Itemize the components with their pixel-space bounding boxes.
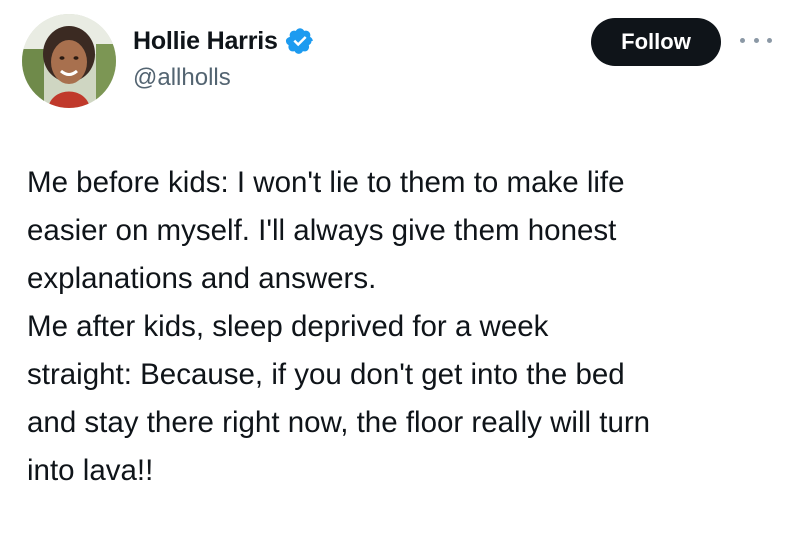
tweet-text-line: straight: Because, if you don't get into… xyxy=(27,358,625,391)
ellipsis-dot xyxy=(753,37,759,43)
ellipsis-dot xyxy=(740,37,745,43)
avatar[interactable] xyxy=(22,14,116,108)
tweet-text: Me before kids: I won't lie to them to m… xyxy=(27,159,787,495)
follow-button[interactable]: Follow xyxy=(591,18,721,66)
ellipsis-dot xyxy=(767,37,772,43)
tweet-text-line: and stay there right now, the floor real… xyxy=(27,406,651,439)
verified-badge-icon xyxy=(285,28,313,54)
profile-photo xyxy=(22,14,116,108)
tweet-card: Hollie Harris @allholls Follow Me before… xyxy=(0,0,800,538)
tweet-text-line: Me before kids: I won't lie to them to m… xyxy=(27,166,625,199)
author-name-row: Hollie Harris xyxy=(133,26,315,56)
tweet-text-line: Me after kids, sleep deprived for a week xyxy=(27,310,549,343)
tweet-text-line: explanations and answers. xyxy=(27,262,377,295)
tweet-text-line: easier on myself. I'll always give them … xyxy=(27,214,617,247)
user-handle[interactable]: @allholls xyxy=(133,64,231,92)
display-name[interactable]: Hollie Harris xyxy=(133,27,278,56)
tweet-text-line: into lava!! xyxy=(27,454,154,487)
ellipsis-icon[interactable] xyxy=(740,32,772,48)
